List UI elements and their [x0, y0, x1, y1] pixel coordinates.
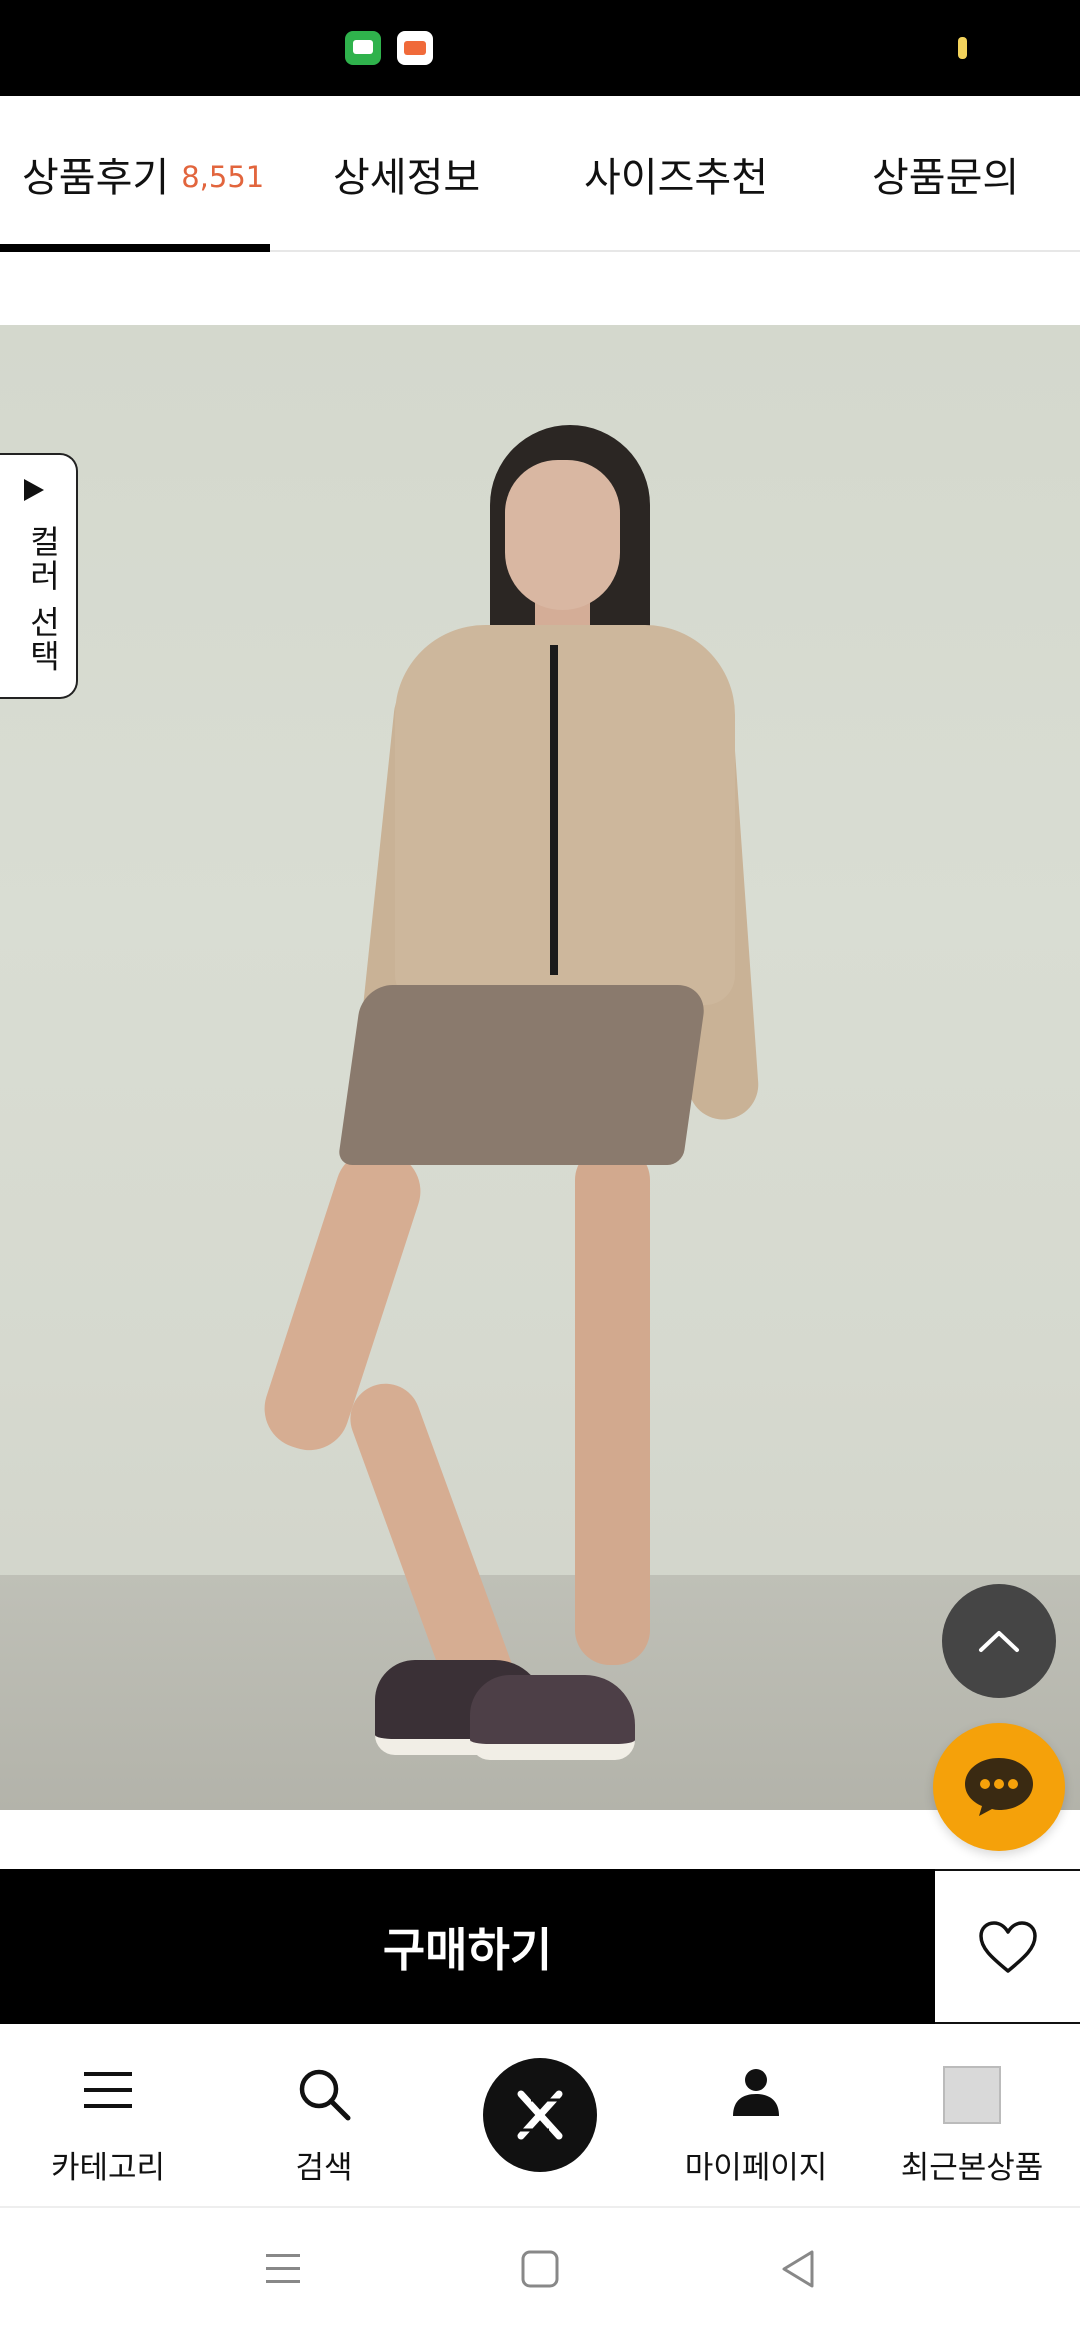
tab-inquiry-label: 상품문의 — [872, 155, 1020, 201]
chat-button[interactable] — [933, 1723, 1065, 1851]
chevron-up-icon — [979, 1631, 1019, 1652]
system-navigation-bar — [0, 2208, 1080, 2340]
brand-logo-icon — [515, 2090, 565, 2140]
nav-category[interactable]: 카테고리 — [0, 2024, 216, 2208]
product-image — [0, 325, 1080, 1810]
nav-mypage-label: 마이페이지 — [684, 2150, 828, 2186]
nav-search[interactable]: 검색 — [216, 2024, 432, 2208]
tab-inquiry[interactable]: 상품문의 — [872, 96, 1019, 252]
gallery-notification-icon — [397, 31, 433, 65]
scroll-top-button[interactable] — [942, 1584, 1056, 1698]
nav-recent-label: 최근본상품 — [900, 2150, 1044, 2186]
tab-details[interactable]: 상세정보 — [333, 96, 480, 252]
messages-notification-icon — [345, 31, 381, 65]
nav-category-label: 카테고리 — [50, 2150, 166, 2186]
tab-reviews[interactable]: 상품후기 8,551 — [22, 96, 264, 252]
wishlist-button[interactable] — [935, 1869, 1080, 2024]
home-icon[interactable] — [520, 2248, 560, 2290]
recent-apps-icon[interactable] — [262, 2248, 304, 2290]
person-icon — [733, 2069, 779, 2116]
product-tabs: 상품후기 8,551 상세정보 사이즈추천 상품문의 — [0, 96, 1080, 252]
play-arrow-icon — [24, 479, 44, 501]
home-logo-button[interactable] — [483, 2058, 597, 2172]
tab-size-recommendation[interactable]: 사이즈추천 — [584, 96, 768, 252]
battery-icon — [958, 37, 967, 59]
review-count: 8,551 — [181, 160, 265, 194]
chat-bubble-icon — [965, 1758, 1033, 1816]
buy-button[interactable]: 구매하기 — [0, 1869, 935, 2024]
color-select-button[interactable]: 컬러 선택 — [0, 453, 78, 699]
status-bar — [0, 0, 1080, 96]
nav-recent-products[interactable]: 최근본상품 — [864, 2024, 1080, 2208]
color-select-label: 컬러 선택 — [24, 525, 62, 674]
nav-mypage[interactable]: 마이페이지 — [648, 2024, 864, 2208]
purchase-bar: 구매하기 — [0, 1869, 1080, 2024]
back-icon[interactable] — [778, 2248, 818, 2290]
menu-icon — [84, 2072, 132, 2108]
tab-size-label: 사이즈추천 — [584, 155, 768, 201]
active-tab-indicator — [0, 244, 270, 252]
nav-search-label: 검색 — [295, 2150, 353, 2186]
tab-reviews-label: 상품후기 — [22, 155, 170, 201]
recent-thumbnail — [943, 2066, 1001, 2124]
search-icon — [299, 2069, 351, 2121]
heart-icon — [978, 1920, 1037, 1973]
tab-details-label: 상세정보 — [333, 155, 481, 201]
